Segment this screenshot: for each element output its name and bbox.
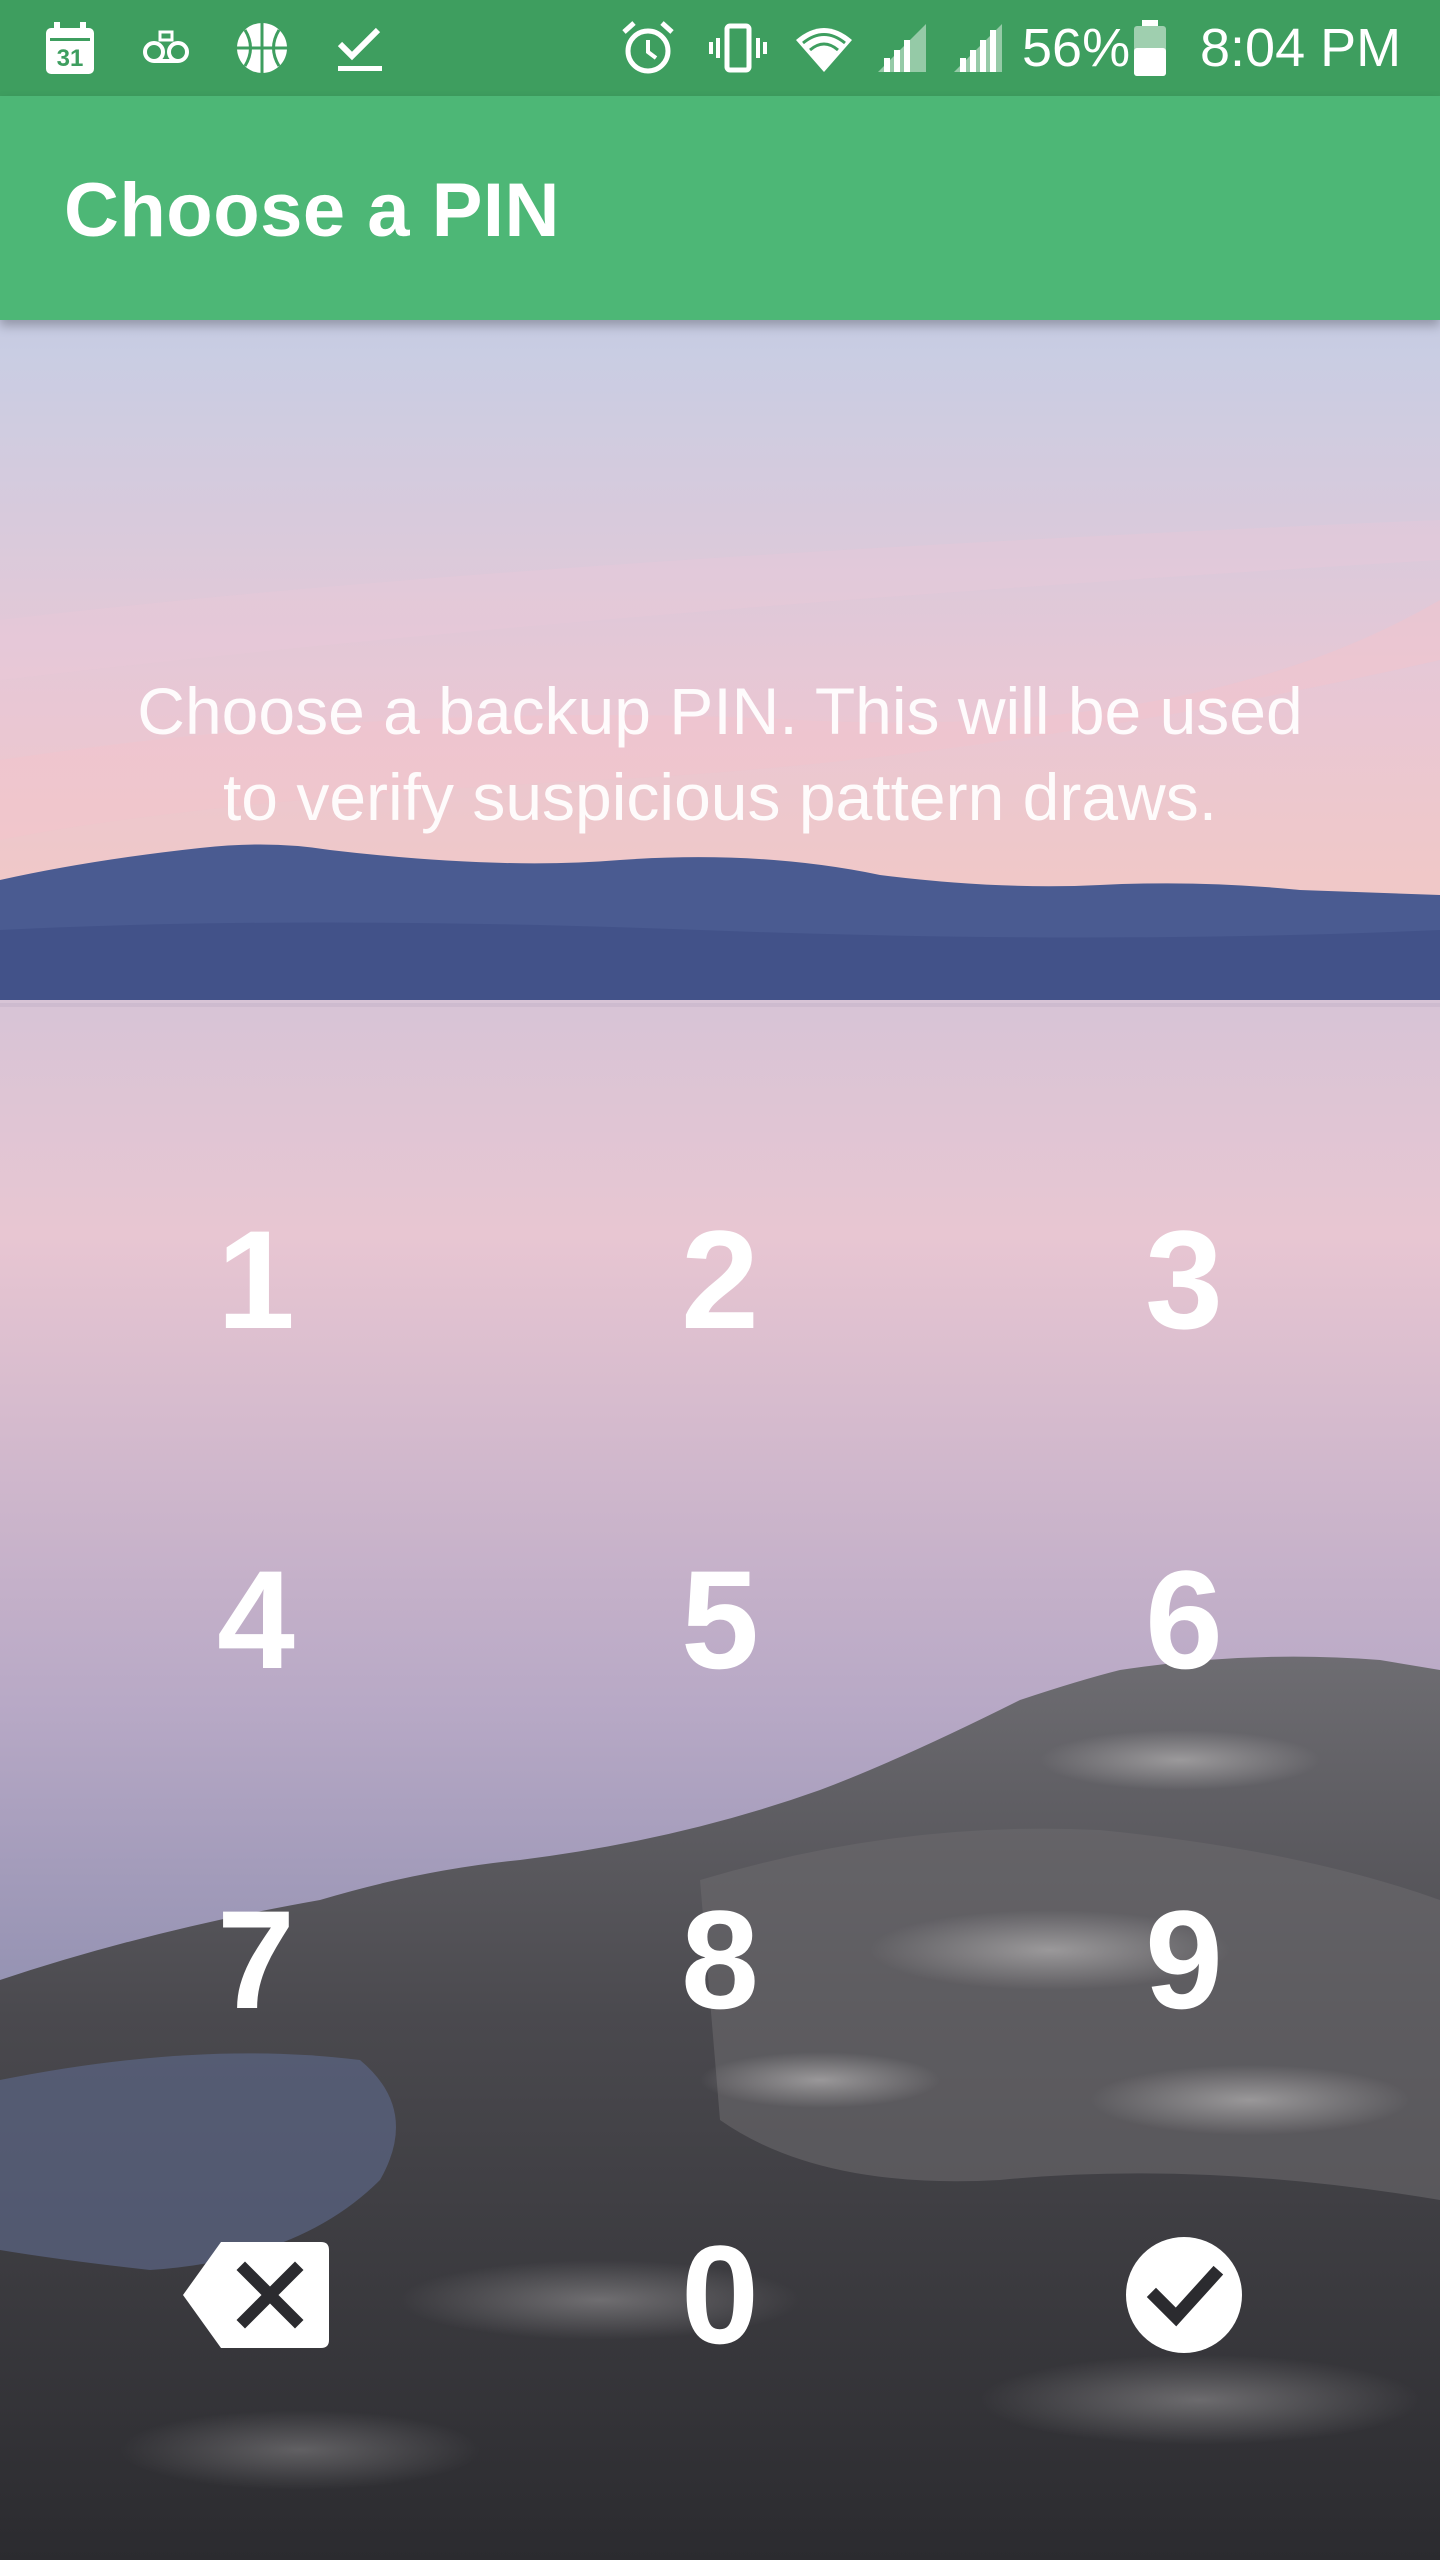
battery-percent: 56% [1022,18,1131,78]
calendar-icon: 31 [40,18,100,78]
key-7[interactable]: 7 [106,1830,406,2090]
calendar-day: 31 [57,45,84,72]
key-9[interactable]: 9 [1034,1830,1334,2090]
key-8[interactable]: 8 [570,1830,870,2090]
key-0[interactable]: 0 [570,2165,870,2425]
page-title: Choose a PIN [64,168,560,253]
key-4[interactable]: 4 [106,1490,406,1750]
checkmark-icon [1126,2237,1242,2353]
pin-instruction: Choose a backup PIN. This will be used t… [60,668,1380,840]
vibrate-icon [708,18,768,78]
battery-icon [1128,18,1172,78]
confirm-button[interactable] [1034,2165,1334,2425]
backspace-icon [183,2242,329,2348]
key-5[interactable]: 5 [570,1490,870,1750]
key-6[interactable]: 6 [1034,1490,1334,1750]
status-bar: 31 56% 8:04 PM [0,0,1440,96]
pin-setup-screen: 31 56% 8:04 PM Choose a PIN Choose a bac… [0,0,1440,2560]
wifi-icon [794,18,854,78]
signal-icon [950,18,1010,78]
alarm-icon [618,18,678,78]
key-3[interactable]: 3 [1034,1150,1334,1410]
app-bar: Choose a PIN [0,96,1440,320]
task-check-icon [330,18,390,78]
key-2[interactable]: 2 [570,1150,870,1410]
instruction-line-2: to verify suspicious pattern draws. [222,760,1218,834]
signal-icon [874,18,934,78]
status-time: 8:04 PM [1200,18,1402,78]
voicemail-icon [136,18,196,78]
key-1[interactable]: 1 [106,1150,406,1410]
instruction-line-1: Choose a backup PIN. This will be used [137,674,1303,748]
backspace-button[interactable] [106,2165,406,2425]
basketball-icon [232,18,292,78]
